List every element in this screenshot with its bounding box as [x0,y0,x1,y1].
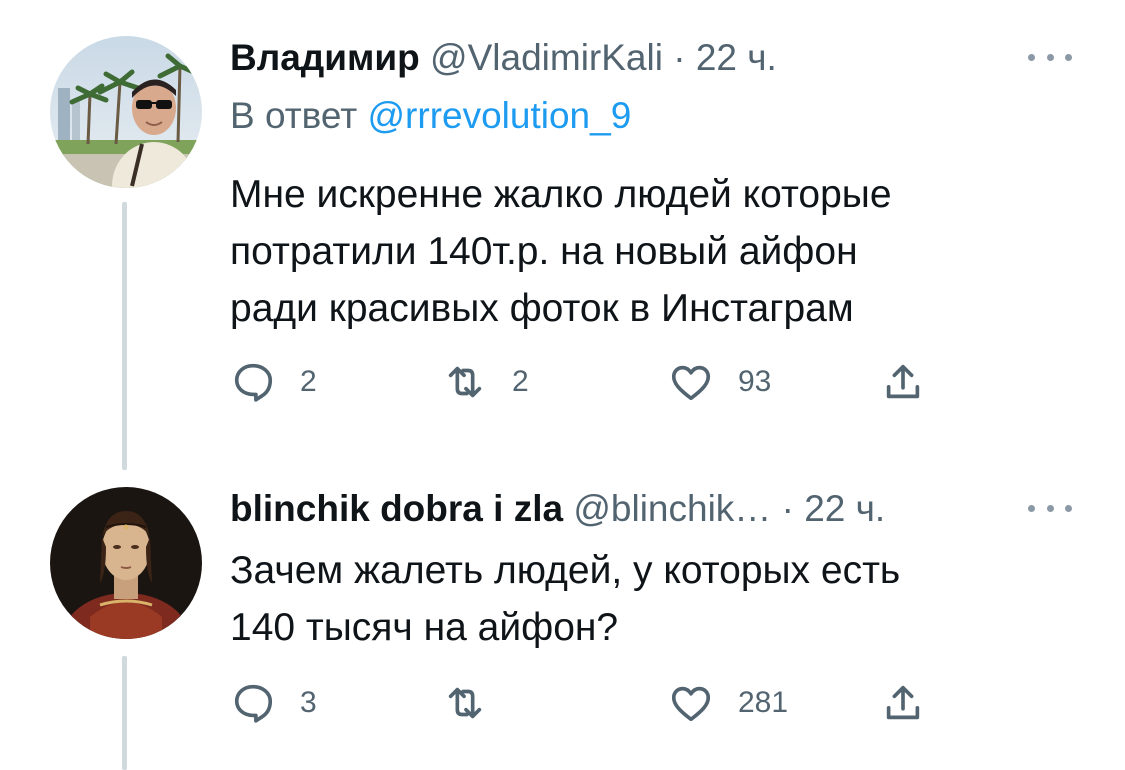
tweet-header: Владимир @VladimirKali · 22 ч. [230,36,777,80]
reply-prefix: В ответ [230,95,358,136]
reply-context: В ответ @rrrevolution_9 [230,94,631,138]
reply-mention-link[interactable]: @rrrevolution_9 [368,95,632,136]
speech-bubble-icon [234,363,273,402]
reply-count: 3 [300,686,317,719]
retweet-button[interactable]: 2 [442,357,529,407]
tweet-timestamp[interactable]: 22 ч. [696,37,777,78]
tweet-actions: 2 2 93 [230,357,950,407]
more-dots-icon[interactable] [1028,47,1072,67]
retweet-button[interactable] [442,678,512,728]
share-upload-icon [886,685,920,720]
tweet-vladimir[interactable]: Владимир @VladimirKali · 22 ч. В ответ @… [0,0,1125,470]
retweet-arrows-icon [448,366,482,398]
thread-line [122,202,127,470]
tweet-text-line: Зачем жалеть людей, у которых есть [230,549,901,592]
like-button[interactable]: 93 [668,357,771,407]
avatar-vladimir[interactable] [50,36,202,188]
user-handle[interactable]: @VladimirKali [430,37,663,78]
retweet-count: 2 [512,365,529,398]
header-separator: · [673,37,686,78]
heart-outline-icon [671,686,711,722]
thread-line [122,656,127,770]
reply-button[interactable]: 2 [230,357,317,407]
speech-bubble-icon [234,684,273,723]
avatar-photo-beach-man [50,36,202,188]
tweet-text-line: ради красивых фоток в Инстаграм [230,287,854,330]
avatar-photo-renaissance-portrait [50,487,202,639]
retweet-arrows-icon [448,687,482,719]
like-button[interactable]: 281 [668,678,788,728]
tweet-actions: 3 281 [230,678,950,728]
display-name[interactable]: Владимир [230,37,420,78]
tweet-timestamp[interactable]: 22 ч. [804,488,885,529]
tweet-text: Зачем жалеть людей, у которых есть 140 т… [230,542,1090,656]
like-count: 281 [738,686,789,719]
like-count: 93 [738,365,772,398]
heart-outline-icon [671,365,711,401]
user-handle[interactable]: @blinchik… [573,488,771,529]
reply-button[interactable]: 3 [230,678,317,728]
tweet-header: blinchik dobra i zla @blinchik… · 22 ч. [230,487,885,531]
tweet-text: Мне искренне жалко людей которые потрати… [230,166,1090,337]
tweet-text-line: 140 тысяч на айфон? [230,606,619,649]
more-dots-icon[interactable] [1028,498,1072,518]
share-button[interactable] [880,357,926,407]
share-upload-icon [886,364,920,399]
tweet-text-line: Мне искренне жалко людей которые [230,173,892,216]
share-button[interactable] [880,678,926,728]
reply-count: 2 [300,365,317,398]
header-separator: · [781,488,794,529]
avatar-blinchik[interactable] [50,487,202,639]
tweet-text-line: потратили 140т.р. на новый айфон [230,230,858,273]
display-name[interactable]: blinchik dobra i zla [230,488,563,529]
tweet-blinchik[interactable]: blinchik dobra i zla @blinchik… · 22 ч. … [0,470,1125,770]
